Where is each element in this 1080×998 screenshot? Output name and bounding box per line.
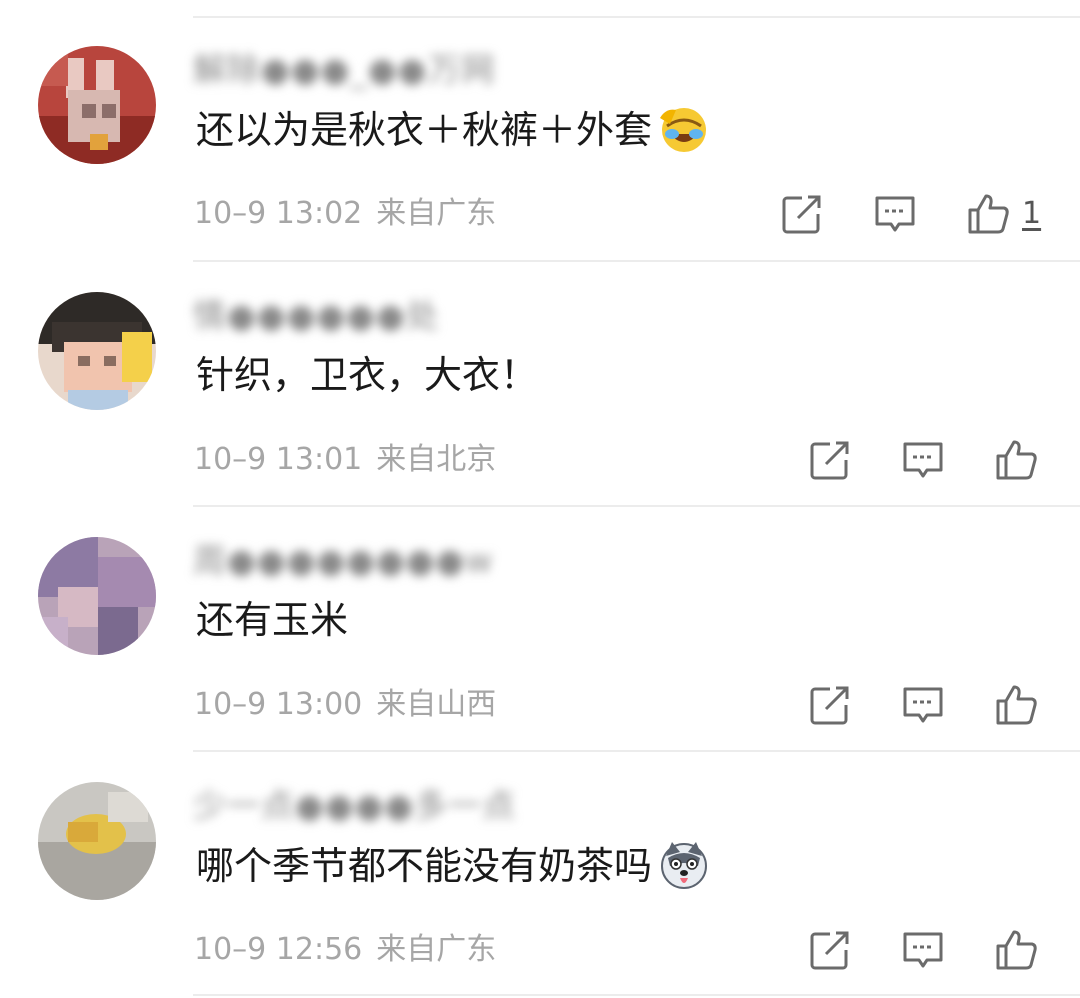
comment-meta: 10–9 12:56 来自广东: [194, 930, 496, 970]
thumbs-up-icon: [996, 685, 1037, 725]
share-button[interactable]: [808, 928, 852, 972]
comment-time: 10–9 13:00: [194, 687, 363, 722]
comment-time: 10–9 13:02: [194, 196, 363, 231]
comment-icon: [903, 687, 943, 723]
share-icon: [782, 194, 824, 234]
comment-item: 情●●●●●●处 针织，卫衣，大衣！ 10–9 13:01 来自北京: [0, 262, 1080, 506]
comment-item: 周●●●●●●●●w 还有玉米 10–9 13:00 来自山西: [0, 507, 1080, 751]
username[interactable]: 解除●●●_●●万网: [193, 50, 495, 90]
username[interactable]: 周●●●●●●●●w: [193, 541, 493, 581]
thumbs-up-icon: [996, 930, 1037, 970]
comment-list: 解除●●●_●●万网 还以为是秋衣＋秋裤＋外套 10–9 13:02 来自广东: [0, 0, 1080, 998]
like-count[interactable]: 1: [1022, 194, 1041, 234]
laugh-cry-emoji-icon: [658, 104, 710, 156]
reply-button[interactable]: [901, 928, 945, 972]
share-button[interactable]: [808, 438, 852, 482]
username[interactable]: 少一点●●●●多一点: [193, 786, 516, 826]
comment-text: 针织，卫衣，大衣！: [196, 350, 538, 400]
comment-item: 解除●●●_●●万网 还以为是秋衣＋秋裤＋外套 10–9 13:02 来自广东: [0, 16, 1080, 260]
avatar[interactable]: [38, 782, 156, 900]
reply-button[interactable]: [901, 438, 945, 482]
comment-meta: 10–9 13:01 来自北京: [194, 440, 496, 480]
thumbs-up-icon: [968, 194, 1009, 234]
like-button[interactable]: [966, 192, 1010, 236]
like-button[interactable]: [994, 438, 1038, 482]
comment-icon: [903, 442, 943, 478]
comment-text-content: 针织，卫衣，大衣！: [196, 353, 539, 397]
username[interactable]: 情●●●●●●处: [193, 296, 440, 336]
share-button[interactable]: [780, 192, 824, 236]
divider: [193, 994, 1080, 996]
comment-time: 10–9 12:56: [194, 932, 363, 967]
comment-meta: 10–9 13:02 来自广东: [194, 194, 496, 234]
avatar[interactable]: [38, 537, 156, 655]
comment-location: 来自广东: [376, 932, 497, 967]
comment-text-content: 哪个季节都不能没有奶茶吗: [196, 844, 653, 888]
comment-meta: 10–9 13:00 来自山西: [194, 685, 496, 725]
share-icon: [810, 440, 852, 480]
share-icon: [810, 685, 852, 725]
comment-icon: [875, 196, 915, 232]
share-icon: [810, 930, 852, 970]
comment-text: 哪个季节都不能没有奶茶吗: [196, 840, 710, 892]
comment-location: 来自北京: [376, 442, 497, 477]
avatar[interactable]: [38, 46, 156, 164]
like-button[interactable]: [994, 928, 1038, 972]
comment-text: 还以为是秋衣＋秋裤＋外套: [196, 104, 710, 156]
comment-text: 还有玉米: [196, 595, 348, 645]
like-button[interactable]: [994, 683, 1038, 727]
comment-text-content: 还有玉米: [196, 598, 349, 642]
share-button[interactable]: [808, 683, 852, 727]
comment-item: 少一点●●●●多一点 哪个季节都不能没有奶茶吗 10–9 12:56 来自广东: [0, 752, 1080, 996]
comment-location: 来自山西: [376, 687, 497, 722]
husky-emoji-icon: [658, 840, 710, 892]
thumbs-up-icon: [996, 440, 1037, 480]
reply-button[interactable]: [901, 683, 945, 727]
avatar[interactable]: [38, 292, 156, 410]
comment-text-content: 还以为是秋衣＋秋裤＋外套: [196, 108, 653, 152]
comment-location: 来自广东: [376, 196, 497, 231]
comment-time: 10–9 13:01: [194, 442, 363, 477]
reply-button[interactable]: [873, 192, 917, 236]
comment-icon: [903, 932, 943, 968]
